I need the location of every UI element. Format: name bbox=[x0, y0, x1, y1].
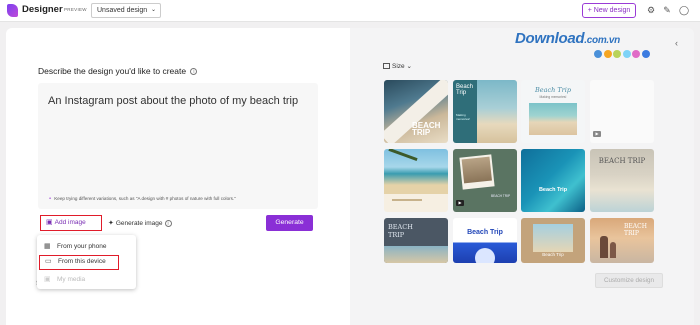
template-title: Beach Trip bbox=[456, 84, 474, 96]
watermark-dot bbox=[641, 50, 650, 58]
add-image-label: Add image bbox=[54, 219, 86, 226]
menu-item-label: From this device bbox=[58, 258, 106, 265]
menu-item-label: From your phone bbox=[57, 243, 107, 250]
generate-image-label: Generate image bbox=[115, 220, 163, 227]
palm-photo bbox=[384, 149, 448, 194]
watermark-dot bbox=[613, 50, 621, 58]
template-title: Beach Trip bbox=[542, 252, 564, 257]
text-line bbox=[392, 199, 422, 201]
template-card[interactable] bbox=[384, 149, 448, 212]
designer-logo-icon bbox=[7, 4, 18, 17]
person-silhouette bbox=[600, 236, 608, 258]
app-name: Designer bbox=[22, 4, 63, 15]
menu-item-my-media: ▣ My media bbox=[37, 272, 136, 287]
template-title: BEACH TRIP bbox=[412, 121, 441, 137]
polaroid-photo bbox=[461, 156, 492, 184]
menu-item-from-device[interactable]: ▭ From this device bbox=[39, 255, 119, 270]
customize-design-button[interactable]: Customize design bbox=[595, 273, 663, 288]
generate-button[interactable]: Generate bbox=[266, 215, 313, 231]
generate-image-button[interactable]: ✦ Generate image i bbox=[108, 217, 172, 230]
watermark-dot bbox=[594, 50, 602, 58]
beach-photo bbox=[529, 103, 577, 135]
template-title: BEACH TRIP bbox=[598, 157, 646, 165]
template-title: Beach Trip bbox=[538, 187, 568, 193]
prompt-text[interactable]: An Instagram post about the photo of my … bbox=[48, 95, 313, 107]
watermark-dot bbox=[632, 50, 640, 58]
monitor-icon: ▭ bbox=[45, 258, 52, 265]
template-card[interactable]: Beach Trip bbox=[521, 149, 585, 212]
prompt-hint-text: Keep trying different variations, such a… bbox=[54, 196, 236, 201]
share-icon[interactable]: ⚙ bbox=[645, 4, 657, 16]
info-icon[interactable]: i bbox=[164, 220, 172, 227]
template-title: Beach Trip bbox=[467, 229, 503, 236]
prompt-title: Describe the design you'd like to create… bbox=[38, 66, 198, 76]
menu-item-label: My media bbox=[57, 276, 86, 283]
designer-rewards-icon[interactable]: ✎ bbox=[661, 4, 673, 16]
collapse-icon[interactable]: ‹ bbox=[675, 38, 678, 48]
beach-photo bbox=[477, 80, 517, 143]
person-silhouette bbox=[610, 242, 616, 258]
template-title: BEACH TRIP bbox=[388, 223, 413, 239]
account-icon[interactable]: ◯ bbox=[678, 4, 690, 16]
template-title: BEACH TRIP bbox=[624, 223, 647, 237]
top-bar: Designer PREVIEW Unsaved design ⌄ + New … bbox=[0, 0, 700, 22]
preview-badge: PREVIEW bbox=[64, 7, 87, 12]
new-design-button[interactable]: + New design bbox=[582, 3, 636, 18]
template-card[interactable]: BEACH TRIP bbox=[384, 80, 448, 143]
chevron-down-icon: ⌄ bbox=[406, 63, 412, 70]
video-icon: ▶ bbox=[456, 200, 464, 206]
video-icon: ▶ bbox=[593, 131, 601, 137]
polaroid-frame bbox=[459, 154, 495, 190]
template-subtitle: Making memories! bbox=[539, 95, 567, 99]
prompt-title-text: Describe the design you'd like to create bbox=[38, 66, 187, 76]
template-card[interactable]: BEACH TRIP ▶ bbox=[453, 149, 517, 212]
size-filter-button[interactable]: Size ⌄ bbox=[383, 62, 412, 70]
design-name-label: Unsaved design bbox=[97, 7, 148, 14]
qr-icon: ▦ bbox=[44, 243, 51, 250]
media-icon: ▣ bbox=[44, 276, 51, 283]
template-card[interactable]: Beach Trip bbox=[521, 218, 585, 263]
menu-item-from-phone[interactable]: ▦ From your phone bbox=[37, 239, 136, 254]
add-image-menu: ▦ From your phone ▭ From this device ▣ My m… bbox=[37, 235, 136, 289]
size-label: Size bbox=[392, 63, 405, 70]
design-name-select[interactable]: Unsaved design ⌄ bbox=[91, 3, 161, 18]
lightbulb-icon: ⚬ bbox=[48, 196, 53, 202]
watermark-text: Download bbox=[515, 30, 585, 47]
sparkle-icon: ✦ bbox=[108, 220, 114, 227]
watermark-dot bbox=[622, 50, 631, 58]
template-card[interactable]: ▶ bbox=[590, 80, 654, 143]
template-card[interactable]: BEACH TRIP bbox=[590, 149, 654, 212]
template-card[interactable]: Beach Trip bbox=[453, 218, 517, 263]
template-card[interactable]: Beach Trip Making memories! bbox=[453, 80, 517, 143]
moon-shape bbox=[475, 248, 495, 263]
resize-icon bbox=[383, 63, 390, 70]
info-icon[interactable]: i bbox=[190, 68, 198, 76]
chevron-down-icon: ⌄ bbox=[150, 7, 156, 13]
template-subtitle: Making memories! bbox=[456, 113, 471, 121]
template-subtitle: BEACH TRIP bbox=[491, 194, 511, 198]
template-card[interactable]: Beach Trip Making memories! bbox=[521, 80, 585, 143]
template-title: Beach Trip bbox=[534, 86, 572, 94]
template-card[interactable]: BEACH TRIP bbox=[384, 218, 448, 263]
beach-photo bbox=[384, 246, 448, 263]
beach-photo bbox=[533, 224, 573, 252]
watermark-dot bbox=[603, 50, 612, 58]
watermark-dots bbox=[594, 45, 651, 58]
prompt-hint: ⚬ Keep trying different variations, such … bbox=[48, 196, 236, 202]
add-image-button[interactable]: ▣ Add image bbox=[40, 215, 102, 231]
template-card[interactable]: BEACH TRIP bbox=[590, 218, 654, 263]
image-add-icon: ▣ bbox=[46, 219, 53, 226]
